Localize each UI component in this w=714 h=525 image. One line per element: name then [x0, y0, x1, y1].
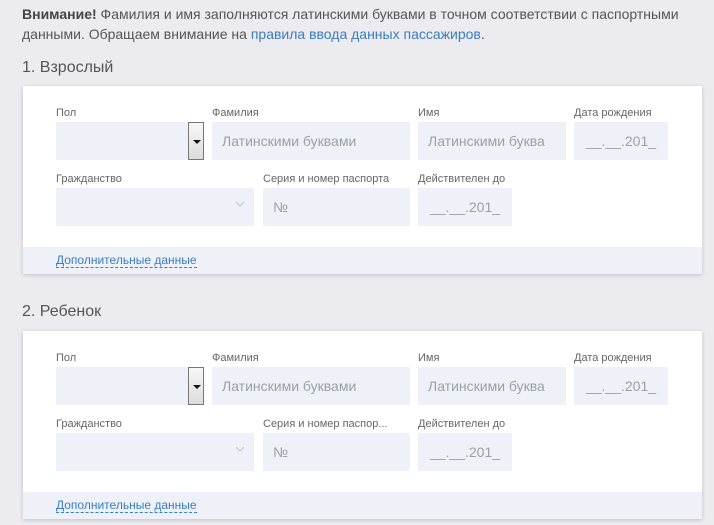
valid-placeholder: __.__.201_	[429, 444, 501, 460]
surname-input[interactable]: Латинскими буквами	[212, 367, 410, 405]
notice-end: .	[480, 26, 485, 42]
surname-label: Фамилия	[212, 352, 259, 364]
name-label: Имя	[418, 107, 440, 119]
name-input[interactable]: Латинскими буква	[418, 367, 566, 405]
birth-date-input[interactable]: __.__.201_	[574, 367, 668, 405]
card-footer: Дополнительные данные	[23, 247, 702, 274]
gender-label: Пол	[56, 107, 77, 119]
chevron-down-icon	[236, 201, 244, 207]
gender-select[interactable]	[56, 367, 204, 405]
dropdown-button[interactable]	[188, 367, 204, 405]
surname-label: Фамилия	[212, 107, 259, 119]
birth-placeholder: __.__.201_	[585, 133, 657, 149]
passport-input[interactable]: №	[263, 188, 410, 226]
valid-label: Действителен до	[418, 418, 506, 430]
surname-placeholder: Латинскими буквами	[222, 378, 357, 394]
chevron-down-icon	[236, 446, 244, 452]
additional-data-link[interactable]: Дополнительные данные	[56, 254, 197, 268]
passport-notice: Внимание! Фамилия и имя заполняются лати…	[22, 4, 702, 44]
passenger-2-card: Пол Фамилия Имя Дата рождения Латинскими…	[23, 331, 702, 519]
birth-label: Дата рождения	[574, 352, 652, 364]
gender-select[interactable]	[56, 122, 204, 160]
card-footer: Дополнительные данные	[23, 492, 702, 519]
passport-label: Серия и номер паспор...	[263, 418, 388, 430]
passport-placeholder: №	[273, 444, 289, 460]
name-label: Имя	[418, 352, 440, 364]
passenger-2-title: 2. Ребенок	[22, 303, 102, 320]
valid-date-input[interactable]: __.__.201_	[418, 188, 512, 226]
name-input[interactable]: Латинскими буква	[418, 122, 566, 160]
valid-date-input[interactable]: __.__.201_	[418, 433, 512, 471]
notice-bold: Внимание!	[22, 6, 97, 22]
birth-date-input[interactable]: __.__.201_	[574, 122, 668, 160]
citizenship-select[interactable]	[56, 188, 254, 226]
citizenship-label: Гражданство	[56, 173, 122, 185]
birth-placeholder: __.__.201_	[585, 378, 657, 394]
valid-placeholder: __.__.201_	[429, 199, 501, 215]
passenger-1-card: Пол Фамилия Имя Дата рождения Латинскими…	[23, 86, 702, 274]
passenger-rules-link[interactable]: правила ввода данных пассажиров	[251, 26, 481, 42]
additional-data-link[interactable]: Дополнительные данные	[56, 499, 197, 513]
valid-label: Действителен до	[418, 173, 506, 185]
passport-input[interactable]: №	[263, 433, 410, 471]
passport-placeholder: №	[273, 199, 289, 215]
dropdown-button[interactable]	[188, 122, 204, 160]
surname-placeholder: Латинскими буквами	[222, 133, 357, 149]
passport-label: Серия и номер паспорта	[263, 173, 390, 185]
triangle-down-icon	[193, 140, 201, 144]
citizenship-select[interactable]	[56, 433, 254, 471]
citizenship-label: Гражданство	[56, 418, 122, 430]
passenger-1-title: 1. Взрослый	[22, 59, 114, 76]
name-placeholder: Латинскими буква	[428, 378, 545, 394]
surname-input[interactable]: Латинскими буквами	[212, 122, 410, 160]
birth-label: Дата рождения	[574, 107, 652, 119]
name-placeholder: Латинскими буква	[428, 133, 545, 149]
triangle-down-icon	[193, 385, 201, 389]
gender-label: Пол	[56, 352, 77, 364]
